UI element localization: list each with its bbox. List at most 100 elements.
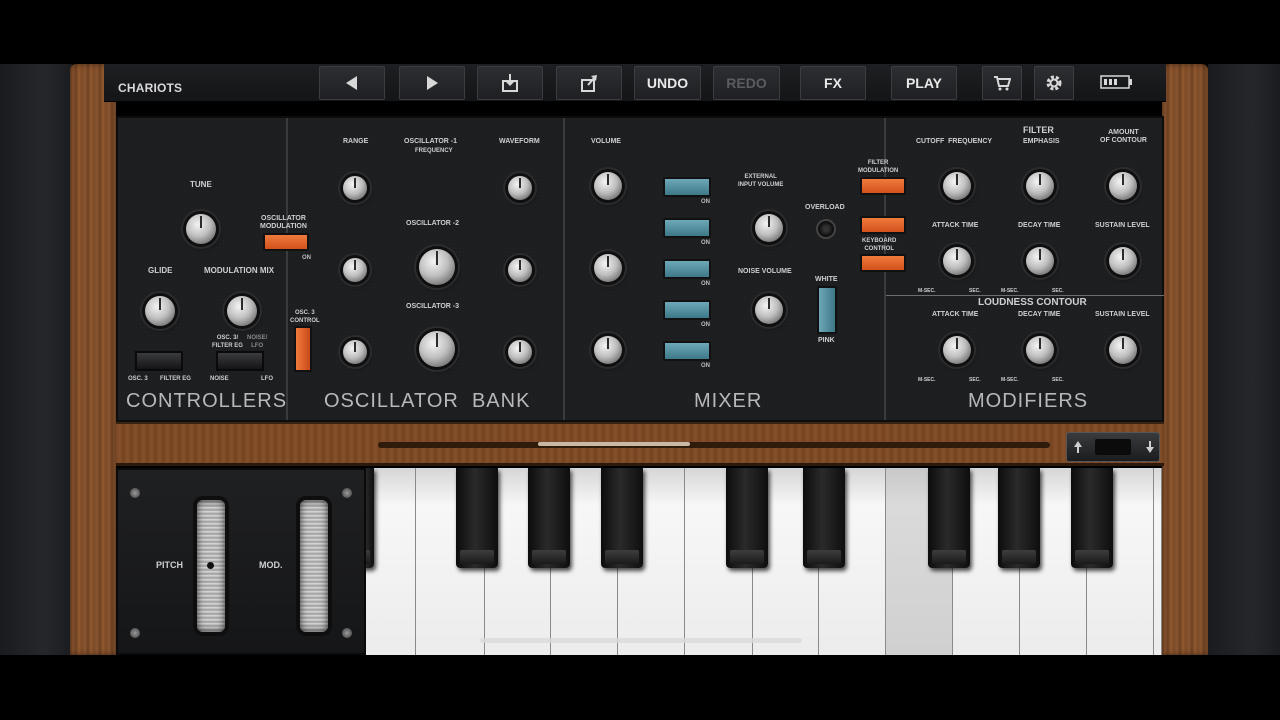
noise-volume-label: NOISE VOLUME <box>738 268 792 275</box>
osc3-waveform-knob[interactable] <box>508 340 532 364</box>
osc3-volume-knob[interactable] <box>594 336 622 364</box>
letterbox-bottom <box>0 655 1280 720</box>
octave-up-icon <box>1074 441 1082 453</box>
keyboard-scroll-track[interactable] <box>378 442 1050 448</box>
share-icon <box>581 75 597 92</box>
sec-label: SEC. <box>1052 288 1064 294</box>
fx-button[interactable]: FX <box>800 66 866 100</box>
loudness-sustain-knob[interactable] <box>1109 336 1137 364</box>
on-label: ON <box>701 199 710 205</box>
amount-of-contour-label: AMOUNT OF CONTOUR <box>1100 129 1147 144</box>
black-key[interactable] <box>456 468 498 568</box>
external-input-volume-knob[interactable] <box>755 214 783 242</box>
keyboard-control-label: KEYBOARD CONTROL <box>862 238 897 252</box>
loudness-attack-knob[interactable] <box>943 336 971 364</box>
osc3-label: OSC. 3 <box>128 376 148 382</box>
loudness-decay-knob[interactable] <box>1026 336 1054 364</box>
screw <box>130 488 140 498</box>
sec-label: SEC. <box>969 377 981 383</box>
keyboard-control-2-switch[interactable] <box>860 254 906 272</box>
waveform-label: WAVEFORM <box>499 138 540 145</box>
glide-label: GLIDE <box>148 266 173 275</box>
osc2-waveform-knob[interactable] <box>508 258 532 282</box>
octave-down-icon <box>1146 441 1154 453</box>
osc2-mixer-switch[interactable] <box>663 259 711 279</box>
keyboard <box>366 468 1162 655</box>
pitch-wheel[interactable] <box>197 500 225 632</box>
filter-attack-time-label: ATTACK TIME <box>932 222 979 229</box>
filter-sustain-knob[interactable] <box>1109 247 1137 275</box>
filter-attack-knob[interactable] <box>943 247 971 275</box>
keyboard-control-1-switch[interactable] <box>860 216 906 234</box>
filter-eg-label: FILTER EG <box>160 376 191 382</box>
black-key[interactable] <box>803 468 845 568</box>
osc3-frequency-knob[interactable] <box>419 331 455 367</box>
oscillator-1-label: OSCILLATOR -1 <box>404 138 458 145</box>
white-key[interactable] <box>1154 468 1162 655</box>
play-button[interactable]: PLAY <box>891 66 957 100</box>
osc2-frequency-knob[interactable] <box>419 249 455 285</box>
external-input-volume-label: EXTERNAL INPUT VOLUME <box>738 174 784 188</box>
screw <box>342 488 352 498</box>
tune-label: TUNE <box>190 180 212 189</box>
on-label: ON <box>701 281 710 287</box>
pitch-center-dot <box>207 562 214 569</box>
next-preset-icon <box>427 76 438 90</box>
cutoff-frequency-knob[interactable] <box>943 172 971 200</box>
undo-button[interactable]: UNDO <box>634 66 701 100</box>
letterbox-top <box>0 0 1280 64</box>
octave-switch[interactable] <box>1066 432 1160 462</box>
black-key[interactable] <box>726 468 768 568</box>
noise-color-switch[interactable] <box>817 286 837 334</box>
next-preset-button[interactable] <box>399 66 465 100</box>
sec-label: SEC. <box>1052 377 1064 383</box>
filter-decay-knob[interactable] <box>1026 247 1054 275</box>
ext-input-mixer-switch[interactable] <box>663 218 711 238</box>
noise-lfo-switch[interactable] <box>216 351 264 371</box>
on-label: ON <box>701 363 710 369</box>
osc3-range-knob[interactable] <box>343 340 367 364</box>
mixer-title: MIXER <box>694 390 763 412</box>
wheel-panel: PITCH MOD. <box>116 468 366 655</box>
oscillator-modulation-switch[interactable] <box>263 233 309 251</box>
black-key[interactable] <box>528 468 570 568</box>
previous-preset-button[interactable] <box>319 66 385 100</box>
osc2-volume-knob[interactable] <box>594 254 622 282</box>
noise-volume-knob[interactable] <box>755 296 783 324</box>
osc1-range-knob[interactable] <box>343 176 367 200</box>
osc3-control-switch[interactable] <box>294 326 312 372</box>
tune-knob[interactable] <box>186 214 216 244</box>
loudness-contour-label: LOUDNESS CONTOUR <box>978 297 1087 308</box>
octave-switch-slider[interactable] <box>1095 439 1131 455</box>
emphasis-knob[interactable] <box>1026 172 1054 200</box>
keyboard-scroll-thumb[interactable] <box>538 442 690 446</box>
osc2-range-knob[interactable] <box>343 258 367 282</box>
black-key[interactable] <box>998 468 1040 568</box>
synth-app: CHARIOTS UNDO REDO FX PLAY CONTROLLERS O… <box>0 0 1280 720</box>
noise-mixer-switch[interactable] <box>663 300 711 320</box>
save-button[interactable] <box>477 66 543 100</box>
black-key[interactable] <box>928 468 970 568</box>
osc3-mixer-switch[interactable] <box>663 341 711 361</box>
black-key[interactable] <box>1071 468 1113 568</box>
osc1-mixer-switch[interactable] <box>663 177 711 197</box>
amount-of-contour-knob[interactable] <box>1109 172 1137 200</box>
osc3-filter-eg-switch[interactable] <box>135 351 183 371</box>
store-button[interactable] <box>982 66 1022 100</box>
filter-modulation-switch[interactable] <box>860 177 906 195</box>
sec-label: SEC. <box>969 288 981 294</box>
home-indicator[interactable] <box>480 638 802 643</box>
settings-button[interactable] <box>1034 66 1074 100</box>
cutoff-frequency-label: CUTOFF FREQUENCY <box>916 138 993 145</box>
osc1-waveform-knob[interactable] <box>508 176 532 200</box>
share-button[interactable] <box>556 66 622 100</box>
glide-knob[interactable] <box>145 296 175 326</box>
mod-wheel[interactable] <box>300 500 328 632</box>
black-key[interactable] <box>366 468 374 568</box>
osc1-volume-knob[interactable] <box>594 172 622 200</box>
modulation-mix-knob[interactable] <box>227 296 257 326</box>
black-key[interactable] <box>601 468 643 568</box>
redo-button[interactable]: REDO <box>713 66 780 100</box>
pitch-label: PITCH <box>156 560 183 570</box>
preset-name[interactable]: CHARIOTS <box>118 81 182 95</box>
